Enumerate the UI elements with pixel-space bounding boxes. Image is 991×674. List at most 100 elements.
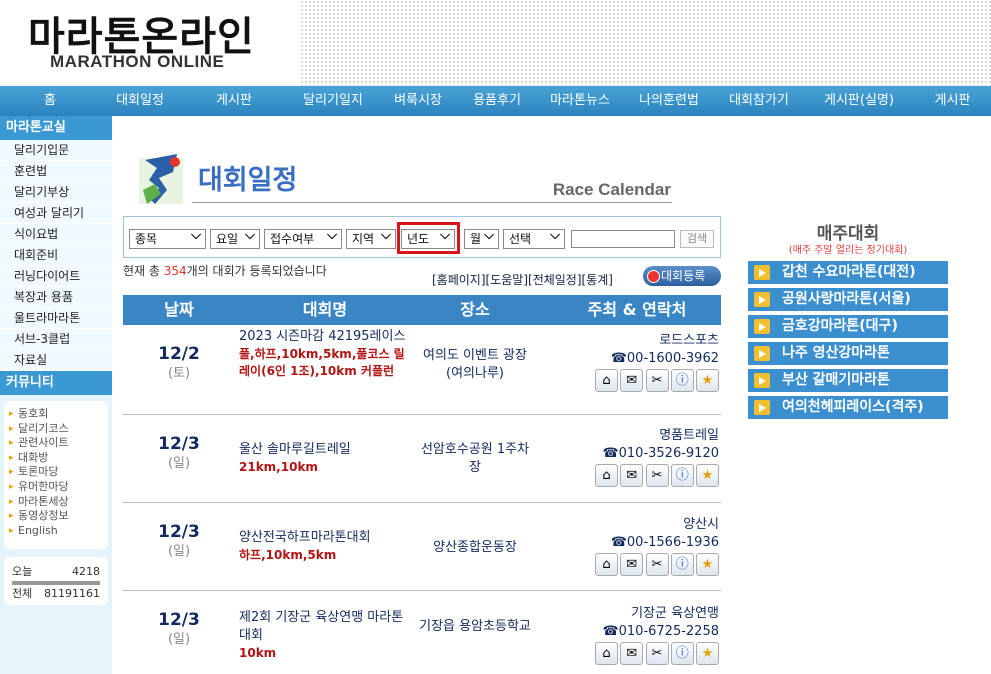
weekly-item[interactable]: 여의천헤피레이스(격주) <box>748 396 948 419</box>
dot-pattern <box>300 0 991 86</box>
community-item[interactable]: 달리기코스 <box>8 422 104 437</box>
help-links[interactable]: [홈페이지][도움말][전체일정][통계] <box>432 271 613 288</box>
nav-home[interactable]: 홈 <box>0 86 100 116</box>
organizer-phone: ☎010-3526-9120 <box>602 446 719 461</box>
choice-select[interactable]: 선택 <box>503 227 565 249</box>
sidebar-item[interactable]: 달리기입문 <box>0 140 112 161</box>
nav-race-calendar[interactable]: 대회일정 <box>100 86 180 116</box>
nav-board-realname[interactable]: 게시판(실명) <box>804 86 914 116</box>
sidebar-item[interactable]: 복장과 용품 <box>0 287 112 308</box>
community-item[interactable]: 동영상정보 <box>8 509 104 524</box>
race-place: 기장읍 용암초등학교 <box>419 619 531 634</box>
sidebar-item[interactable]: 훈련법 <box>0 161 112 182</box>
date-weekday: (일) <box>167 544 191 559</box>
weekly-item[interactable]: 공원사랑마라톤(서울) <box>748 288 948 311</box>
col-place: 장소 <box>460 300 490 319</box>
table-row: 12/3 (일) 제2회 기장군 육상연맹 마라톤대회 10km 기장읍 용암초등학… <box>123 591 721 674</box>
tools-icon[interactable]: ✂ <box>645 642 669 665</box>
map-icon[interactable]: ✉ <box>620 642 644 665</box>
race-date: 12/3 (일) <box>123 433 235 473</box>
sidebar-community-title: 커뮤니티 <box>0 371 112 395</box>
race-name[interactable]: 2023 시즌마감 42195레이스 <box>239 328 411 346</box>
sidebar-item[interactable]: 식이요법 <box>0 224 112 245</box>
community-item[interactable]: 대화방 <box>8 451 104 466</box>
weekly-item[interactable]: 금호강마라톤(대구) <box>748 315 948 338</box>
info-icon[interactable]: ⓘ <box>670 642 694 665</box>
month-select[interactable]: 월 <box>464 227 499 249</box>
page-title: 대회일정 <box>198 165 298 196</box>
sidebar-item[interactable]: 자료실 <box>0 350 112 371</box>
race-info: 2023 시즌마감 42195레이스 풀,하프,10km,5km,풀코스 릴레이(… <box>239 328 411 380</box>
event-select[interactable]: 종목 <box>129 227 206 249</box>
sidebar-item[interactable]: 여성과 달리기 <box>0 203 112 224</box>
day-select[interactable]: 요일 <box>210 227 260 249</box>
action-icons: ⌂ ✉ ✂ ⓘ ★ <box>595 369 719 395</box>
map-icon[interactable]: ✉ <box>620 553 644 576</box>
sidebar-item[interactable]: 러닝다이어트 <box>0 266 112 287</box>
nav-training[interactable]: 나의훈련법 <box>624 86 714 116</box>
community-item[interactable]: 마라톤세상 <box>8 495 104 510</box>
home-icon[interactable]: ⌂ <box>595 642 618 665</box>
weekly-item[interactable]: 나주 영산강마라톤 <box>748 342 948 365</box>
home-icon[interactable]: ⌂ <box>595 464 618 487</box>
weekly-item[interactable]: 부산 갈매기마라톤 <box>748 369 948 392</box>
date-weekday: (일) <box>167 456 191 471</box>
tools-icon[interactable]: ✂ <box>645 553 669 576</box>
community-item[interactable]: English <box>8 524 104 539</box>
home-icon[interactable]: ⌂ <box>595 553 618 576</box>
race-name[interactable]: 양산전국하프마라톤대회 <box>239 529 411 547</box>
weekly-subtitle: (매주 주말 열리는 정기대회) <box>788 245 908 256</box>
reception-select[interactable]: 접수여부 <box>264 227 342 249</box>
organizer-phone: ☎00-1600-3962 <box>610 351 719 366</box>
sidebar-item[interactable]: 울트라마라톤 <box>0 308 112 329</box>
table-row: 12/3 (일) 양산전국하프마라톤대회 하프,10km,5km 양산종합운동장 양… <box>123 503 721 591</box>
nav-race-report[interactable]: 대회참가기 <box>714 86 804 116</box>
star-icon[interactable]: ★ <box>696 553 719 576</box>
nav-marathon-news[interactable]: 마라톤뉴스 <box>536 86 624 116</box>
sidebar: 마라톤교실 달리기입문 훈련법 달리기부상 여성과 달리기 식이요법 대회준비 … <box>0 116 112 674</box>
page-subtitle: Race Calendar <box>552 180 671 199</box>
nav-board[interactable]: 게시판 <box>180 86 288 116</box>
race-name[interactable]: 제2회 기장군 육상연맹 마라톤대회 <box>239 609 411 645</box>
race-count: 현재 총 354개의 대회가 등록되었습니다 <box>123 263 358 279</box>
map-icon[interactable]: ✉ <box>620 369 644 392</box>
star-icon[interactable]: ★ <box>696 369 719 392</box>
race-name[interactable]: 울산 솔마루길트레일 <box>239 441 411 459</box>
organizer-name: 기장군 육상연맹 <box>631 606 719 621</box>
community-item[interactable]: 토론마당 <box>8 465 104 480</box>
search-button[interactable]: 검색 <box>680 230 714 248</box>
sidebar-item[interactable]: 서브-3클럽 <box>0 329 112 350</box>
community-item[interactable]: 동호회 <box>8 407 104 422</box>
race-info: 제2회 기장군 육상연맹 마라톤대회 10km <box>239 609 411 662</box>
star-icon[interactable]: ★ <box>696 464 719 487</box>
table-row: 12/3 (일) 울산 솔마루길트레일 21km,10km 선암호수공원 1주차장 … <box>123 415 721 503</box>
count-number: 354 <box>163 264 187 278</box>
info-icon[interactable]: ⓘ <box>670 553 694 576</box>
nav-board-2[interactable]: 게시판 <box>914 86 991 116</box>
info-icon[interactable]: ⓘ <box>670 464 694 487</box>
region-select[interactable]: 지역 <box>346 227 396 249</box>
nav-flea-market[interactable]: 벼룩시장 <box>378 86 458 116</box>
community-item[interactable]: 유머한마당 <box>8 480 104 495</box>
sidebar-item[interactable]: 달리기부상 <box>0 182 112 203</box>
race-date: 12/3 (일) <box>123 521 235 561</box>
sidebar-class-title: 마라톤교실 <box>0 116 112 140</box>
info-icon[interactable]: ⓘ <box>670 369 694 392</box>
tools-icon[interactable]: ✂ <box>645 464 669 487</box>
col-date: 날짜 <box>164 300 194 319</box>
home-icon[interactable]: ⌂ <box>595 369 618 392</box>
search-input[interactable] <box>571 230 675 248</box>
visitor-counter: 오늘 4218 전체 81191161 <box>4 557 108 605</box>
nav-product-review[interactable]: 용품후기 <box>458 86 536 116</box>
register-race-button[interactable]: 대회등록 <box>643 266 721 286</box>
date-day: 12/3 <box>158 610 200 630</box>
community-item[interactable]: 관련사이트 <box>8 436 104 451</box>
weekly-item[interactable]: 갑천 수요마라톤(대전) <box>748 261 948 284</box>
tools-icon[interactable]: ✂ <box>645 369 669 392</box>
star-icon[interactable]: ★ <box>696 642 719 665</box>
race-organizer: 기장군 육상연맹 ☎010-6725-2258 <box>539 605 719 641</box>
map-icon[interactable]: ✉ <box>620 464 644 487</box>
nav-running-log[interactable]: 달리기일지 <box>288 86 378 116</box>
sidebar-item[interactable]: 대회준비 <box>0 245 112 266</box>
total-label: 전체 <box>12 587 33 600</box>
